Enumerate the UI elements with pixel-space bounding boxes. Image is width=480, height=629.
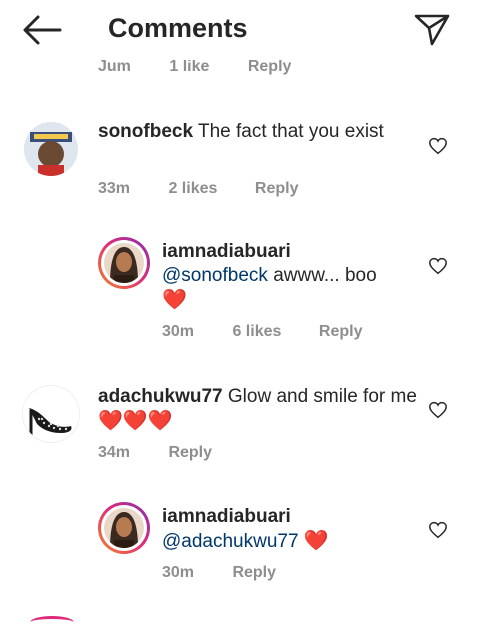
previous-comment-meta: Jum 1 like Reply	[98, 58, 325, 76]
comment-meta: 30m Reply	[162, 564, 276, 582]
comment-time: Jum	[98, 58, 131, 75]
avatar[interactable]	[24, 122, 78, 176]
comment-item: adachukwu77 Glow and smile for me ❤️❤️❤️…	[0, 380, 480, 470]
reply-item: iamnadiabuari @sonofbeck awww... boo ❤️ …	[0, 235, 480, 355]
comment-username[interactable]: iamnadiabuari	[162, 240, 412, 264]
comment-meta: 33m 2 likes Reply	[98, 180, 298, 198]
heart-emoji: ❤️	[303, 530, 329, 552]
comment-text: awww... boo	[273, 265, 377, 286]
reply-button[interactable]: Reply	[232, 564, 276, 582]
comment-meta: 34m Reply	[98, 444, 212, 462]
like-heart-icon[interactable]	[428, 257, 448, 275]
mention-link[interactable]: @adachukwu77	[162, 531, 299, 552]
share-button[interactable]	[410, 10, 454, 50]
direct-message-icon	[414, 14, 450, 46]
reply-button[interactable]: Reply	[255, 180, 299, 198]
reply-button[interactable]: Reply	[248, 58, 292, 75]
comment-likes[interactable]: 2 likes	[168, 180, 250, 198]
comment-text-block: iamnadiabuari @sonofbeck awww... boo ❤️	[162, 240, 412, 312]
comment-time: 30m	[162, 564, 195, 581]
comment-time: 33m	[98, 180, 131, 197]
comment-text-block: sonofbeck The fact that you exist	[98, 120, 388, 144]
comment-username[interactable]: iamnadiabuari	[162, 505, 412, 529]
back-arrow-icon	[23, 15, 62, 45]
comment-likes[interactable]: 1 like	[169, 58, 209, 75]
comment-meta: 30m 6 likes Reply	[162, 323, 362, 341]
reply-item: iamnadiabuari @adachukwu77 ❤️ 30m Reply	[0, 500, 480, 590]
comment-item: sonofbeck The fact that you exist 33m 2 …	[0, 115, 480, 205]
avatar[interactable]	[98, 502, 150, 554]
back-button[interactable]	[20, 12, 64, 48]
heart-emoji: ❤️	[162, 289, 187, 311]
comment-text: Glow and smile for me	[227, 386, 417, 407]
comment-text-block: iamnadiabuari @adachukwu77 ❤️	[162, 505, 412, 554]
mention-link[interactable]: @sonofbeck	[162, 265, 268, 286]
comment-text-block: adachukwu77 Glow and smile for me ❤️❤️❤️	[98, 385, 418, 434]
avatar[interactable]	[98, 237, 150, 289]
heart-emoji: ❤️❤️❤️	[98, 410, 173, 432]
like-heart-icon[interactable]	[428, 521, 448, 539]
page-title: Comments	[108, 13, 248, 43]
avatar[interactable]	[22, 385, 80, 443]
comment-username[interactable]: adachukwu77	[98, 386, 223, 407]
comment-text: The fact that you exist	[197, 121, 384, 142]
shoe-image	[23, 386, 79, 442]
comment-likes[interactable]: 6 likes	[232, 323, 314, 341]
like-heart-icon[interactable]	[428, 401, 448, 419]
reply-button[interactable]: Reply	[319, 323, 363, 341]
comment-time: 30m	[162, 323, 195, 340]
comment-username[interactable]: sonofbeck	[98, 121, 193, 142]
header-bar: Comments	[0, 0, 480, 60]
next-comment-avatar[interactable]	[30, 616, 74, 629]
reply-button[interactable]: Reply	[168, 444, 212, 462]
comment-time: 34m	[98, 444, 131, 461]
like-heart-icon[interactable]	[428, 137, 448, 155]
